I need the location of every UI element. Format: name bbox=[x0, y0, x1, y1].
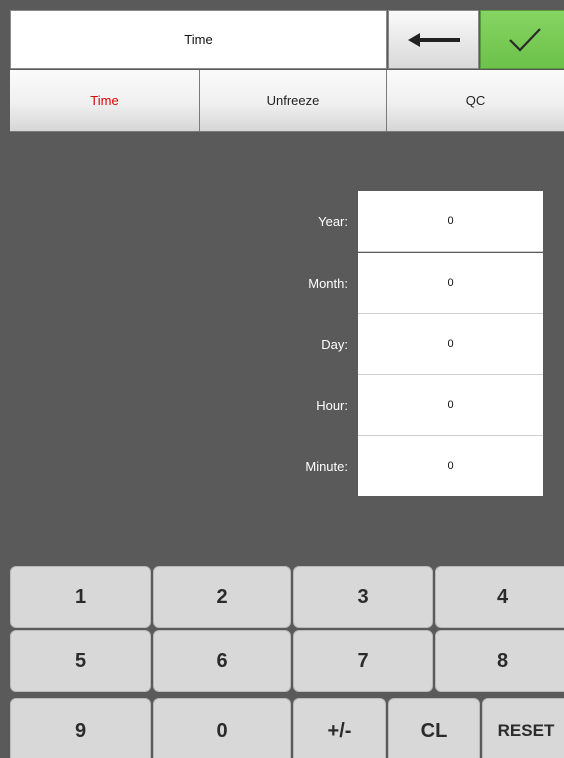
day-label: Day: bbox=[321, 337, 348, 352]
key-9[interactable]: 9 bbox=[10, 698, 151, 758]
minute-field[interactable]: 0 bbox=[358, 436, 543, 496]
tab-qc-label: QC bbox=[465, 93, 486, 108]
key-3[interactable]: 3 bbox=[293, 566, 433, 628]
hour-label: Hour: bbox=[316, 398, 348, 413]
hour-field[interactable]: 0 bbox=[358, 375, 543, 436]
key-7[interactable]: 7 bbox=[293, 630, 433, 692]
back-button[interactable] bbox=[388, 10, 479, 69]
year-label: Year: bbox=[318, 214, 348, 229]
key-1[interactable]: 1 bbox=[10, 566, 151, 628]
year-field[interactable]: 0 bbox=[358, 191, 543, 252]
day-field[interactable]: 0 bbox=[358, 314, 543, 375]
key-clear[interactable]: CL bbox=[388, 698, 480, 758]
time-settings-screen: Time Time Unfreeze QC Year: 0 Month: 0 D… bbox=[0, 0, 564, 758]
key-8[interactable]: 8 bbox=[435, 630, 564, 692]
tab-unfreeze-label: Unfreeze bbox=[266, 93, 320, 108]
month-label: Month: bbox=[308, 276, 348, 291]
page-title: Time bbox=[184, 32, 213, 47]
tab-qc[interactable]: QC bbox=[387, 70, 564, 132]
tab-unfreeze[interactable]: Unfreeze bbox=[200, 70, 387, 132]
month-field[interactable]: 0 bbox=[358, 253, 543, 314]
checkmark-icon bbox=[509, 27, 541, 52]
tab-time-label: Time bbox=[90, 93, 119, 108]
key-6[interactable]: 6 bbox=[153, 630, 291, 692]
minute-label: Minute: bbox=[305, 459, 348, 474]
key-2[interactable]: 2 bbox=[153, 566, 291, 628]
arrow-left-icon bbox=[407, 32, 460, 47]
key-5[interactable]: 5 bbox=[10, 630, 151, 692]
title-field: Time bbox=[10, 10, 387, 69]
key-0[interactable]: 0 bbox=[153, 698, 291, 758]
confirm-button[interactable] bbox=[480, 10, 564, 69]
key-reset[interactable]: RESET bbox=[482, 698, 564, 758]
tab-time[interactable]: Time bbox=[10, 70, 200, 132]
key-4[interactable]: 4 bbox=[435, 566, 564, 628]
key-plus-minus[interactable]: +/- bbox=[293, 698, 386, 758]
